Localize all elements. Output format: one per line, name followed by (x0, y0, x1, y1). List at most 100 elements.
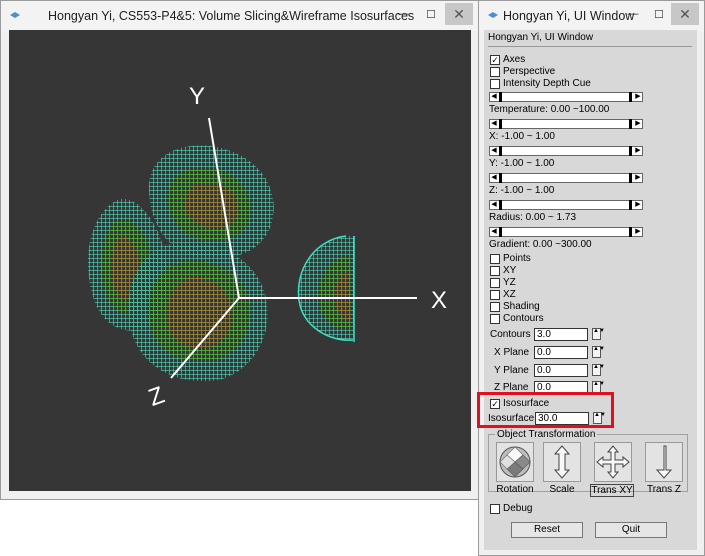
slider-max-thumb[interactable] (629, 146, 632, 156)
z-axis-label: Z (145, 382, 168, 412)
xy-checkbox[interactable] (490, 266, 500, 276)
rotation-button[interactable] (496, 442, 534, 482)
yz-checkbox[interactable] (490, 278, 500, 288)
slider-max-thumb[interactable] (629, 227, 632, 237)
slider-min-thumb[interactable] (499, 119, 502, 129)
shading-checkbox-label: Shading (503, 301, 540, 312)
close-icon[interactable]: ✕ (671, 3, 699, 25)
slider-right-arrow-icon[interactable]: ▶ (634, 228, 642, 236)
gl-viewport[interactable]: Y X Z (9, 30, 471, 491)
main-window-titlebar[interactable]: Hongyan Yi, CS553-P4&5: Volume Slicing&W… (1, 1, 479, 31)
x-slider[interactable]: ◀ ▶ (489, 119, 643, 129)
separator (488, 46, 692, 47)
scale-arrow-icon (553, 445, 571, 479)
ui-window-title: Hongyan Yi, UI Window (503, 9, 635, 23)
slider-min-thumb[interactable] (499, 200, 502, 210)
object-transformation-title: Object Transformation (495, 429, 598, 440)
center-blob (128, 243, 268, 382)
gradient-slider[interactable]: ◀ ▶ (489, 227, 643, 237)
slider-max-thumb[interactable] (629, 92, 632, 102)
contours-checkbox-label: Contours (503, 313, 544, 324)
contours-spinner-arrows-icon[interactable]: ▲▼ (592, 328, 605, 340)
trans-xy-button[interactable] (594, 442, 632, 482)
contours-spinner-field[interactable]: 3.0 (534, 328, 588, 341)
main-window-title: Hongyan Yi, CS553-P4&5: Volume Slicing&W… (48, 9, 415, 23)
temperature-slider[interactable]: ◀ ▶ (489, 92, 643, 102)
minimize-icon[interactable]: — (389, 3, 417, 25)
xy-checkbox-label: XY (503, 265, 517, 276)
y-range-label: Y: -1.00 ~ 1.00 (489, 158, 555, 169)
minimize-icon[interactable]: — (619, 3, 647, 25)
perspective-checkbox[interactable] (490, 67, 500, 77)
x-axis-label: X (431, 287, 447, 314)
trans-xy-arrows-icon (596, 445, 630, 479)
slider-right-arrow-icon[interactable]: ▶ (634, 120, 642, 128)
app-icon (10, 12, 20, 18)
panel-title: Hongyan Yi, UI Window (488, 32, 594, 43)
slider-right-arrow-icon[interactable]: ▶ (634, 93, 642, 101)
slider-right-arrow-icon[interactable]: ▶ (634, 147, 642, 155)
perspective-checkbox-label: Perspective (503, 66, 556, 77)
slider-left-arrow-icon[interactable]: ◀ (490, 228, 498, 236)
slider-left-arrow-icon[interactable]: ◀ (490, 93, 498, 101)
slider-left-arrow-icon[interactable]: ◀ (490, 201, 498, 209)
slider-min-thumb[interactable] (499, 227, 502, 237)
x-plane-spinner-field[interactable]: 0.0 (534, 346, 588, 359)
x-range-label: X: -1.00 ~ 1.00 (489, 131, 555, 142)
reset-button[interactable]: Reset (511, 522, 583, 538)
y-axis-label: Y (189, 83, 205, 110)
yz-checkbox-label: YZ (503, 277, 516, 288)
top-blob (149, 145, 274, 259)
axes-checkbox-label: Axes (503, 54, 526, 65)
slider-max-thumb[interactable] (629, 173, 632, 183)
y-plane-spinner-field[interactable]: 0.0 (534, 364, 588, 377)
isosurface-render: Y X Z (87, 83, 447, 412)
slider-max-thumb[interactable] (629, 200, 632, 210)
debug-checkbox[interactable] (490, 504, 500, 514)
maximize-icon[interactable]: ☐ (645, 3, 673, 25)
y-plane-spinner-arrows-icon[interactable]: ▲▼ (592, 364, 605, 376)
x-plane-spinner-label: X Plane (494, 347, 530, 358)
slider-max-thumb[interactable] (629, 119, 632, 129)
radius-range-label: Radius: 0.00 ~ 1.73 (489, 212, 577, 223)
app-icon (488, 12, 498, 18)
z-slider[interactable]: ◀ ▶ (489, 173, 643, 183)
gradient-range-label: Gradient: 0.00 ~300.00 (489, 239, 592, 250)
slider-right-arrow-icon[interactable]: ▶ (634, 201, 642, 209)
z-range-label: Z: -1.00 ~ 1.00 (489, 185, 555, 196)
contours-spinner-label: Contours (490, 329, 531, 340)
y-plane-spinner-label: Y Plane (494, 365, 529, 376)
slider-min-thumb[interactable] (499, 173, 502, 183)
close-icon[interactable]: ✕ (445, 3, 473, 25)
temperature-range-label: Temperature: 0.00 ~100.00 (489, 104, 610, 115)
contours-checkbox[interactable] (490, 314, 500, 324)
trans-z-button[interactable] (645, 442, 683, 482)
trans-z-button-label: Trans Z (646, 484, 682, 495)
axes-checkbox[interactable]: ✓ (490, 55, 500, 65)
quit-button[interactable]: Quit (595, 522, 667, 538)
right-blob (297, 235, 355, 342)
slider-left-arrow-icon[interactable]: ◀ (490, 174, 498, 182)
depth-cue-checkbox[interactable] (490, 79, 500, 89)
xz-checkbox[interactable] (490, 290, 500, 300)
debug-checkbox-label: Debug (503, 503, 533, 514)
x-plane-spinner-arrows-icon[interactable]: ▲▼ (592, 346, 605, 358)
slider-left-arrow-icon[interactable]: ◀ (490, 120, 498, 128)
rotation-sphere-icon (499, 446, 531, 478)
scale-button[interactable] (543, 442, 581, 482)
y-slider[interactable]: ◀ ▶ (489, 146, 643, 156)
trans-z-arrow-icon (655, 445, 673, 479)
slider-right-arrow-icon[interactable]: ▶ (634, 174, 642, 182)
slider-left-arrow-icon[interactable]: ◀ (490, 147, 498, 155)
xz-checkbox-label: XZ (503, 289, 516, 300)
slider-min-thumb[interactable] (499, 92, 502, 102)
isosurface-highlight-box (477, 392, 614, 428)
radius-slider[interactable]: ◀ ▶ (489, 200, 643, 210)
maximize-icon[interactable]: ☐ (417, 3, 445, 25)
ui-window-titlebar[interactable]: Hongyan Yi, UI Window — ☐ ✕ (479, 1, 704, 31)
slider-min-thumb[interactable] (499, 146, 502, 156)
points-checkbox-label: Points (503, 253, 531, 264)
points-checkbox[interactable] (490, 254, 500, 264)
shading-checkbox[interactable] (490, 302, 500, 312)
trans-xy-button-label: Trans XY (590, 484, 634, 497)
